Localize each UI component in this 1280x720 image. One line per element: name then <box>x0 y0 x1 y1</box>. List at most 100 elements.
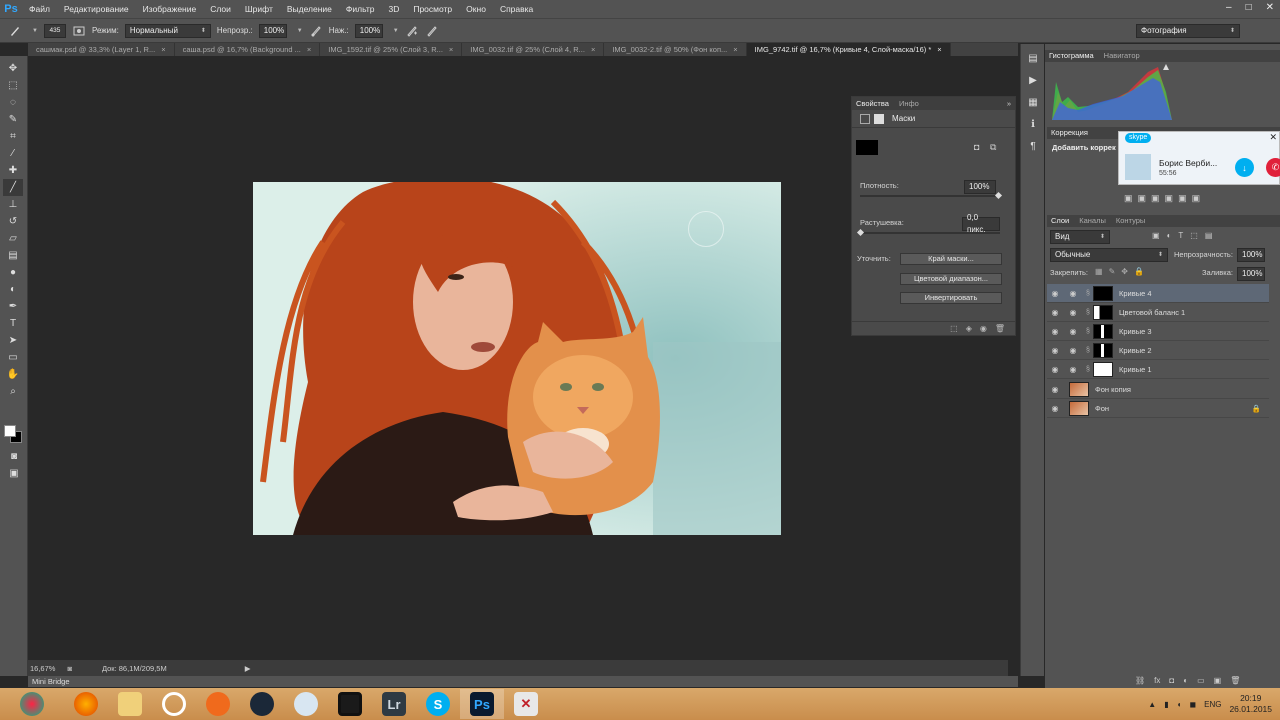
lock-paint-icon[interactable]: ✎ <box>1109 267 1116 276</box>
history-brush-tool-icon[interactable]: ↺ <box>3 213 23 230</box>
tab-channels[interactable]: Каналы <box>1079 215 1106 227</box>
new-group-icon[interactable]: ▭ <box>1197 676 1205 685</box>
lock-all-icon[interactable]: 🔒 <box>1134 267 1144 276</box>
maximize-button[interactable]: □ <box>1246 0 1252 16</box>
layer-row[interactable]: ◉ Фон копия <box>1047 380 1269 399</box>
explorer-icon[interactable] <box>108 689 152 719</box>
tray-arrow-icon[interactable]: ▲ <box>1148 700 1156 709</box>
close-icon[interactable]: × <box>161 43 165 56</box>
gradient-tool-icon[interactable]: ▤ <box>3 247 23 264</box>
mini-bridge-bar[interactable]: Mini Bridge <box>28 676 1018 687</box>
actions-panel-icon[interactable]: ▶ <box>1024 72 1042 88</box>
steam-icon[interactable] <box>240 689 284 719</box>
doc-tab[interactable]: IMG_0032-2.tif @ 50% (Фон коп... × <box>604 43 747 56</box>
layer-name[interactable]: Фон копия <box>1095 385 1131 394</box>
density-input[interactable]: 100% <box>964 180 996 194</box>
blend-mode-select[interactable]: Нормальный ⬍ <box>124 23 211 38</box>
doc-tab[interactable]: сашмак.psd @ 33,3% (Layer 1, R... × <box>28 43 175 56</box>
doc-tab-active[interactable]: IMG_9742.tif @ 16,7% (Кривые 4, Слой-мас… <box>746 43 951 56</box>
layer-name[interactable]: Кривые 3 <box>1119 327 1152 336</box>
visibility-icon[interactable]: ◉ <box>980 324 987 333</box>
filter-pixel-icon[interactable]: ▣ <box>1152 231 1160 240</box>
adjustment-icon[interactable] <box>860 113 870 124</box>
blur-tool-icon[interactable]: ● <box>3 264 23 281</box>
tab-properties[interactable]: Свойства <box>856 99 889 108</box>
tab-info[interactable]: Инфо <box>899 99 919 108</box>
tab-adjustments[interactable]: Коррекция <box>1051 127 1088 139</box>
layer-mask-thumb[interactable] <box>1093 285 1113 301</box>
filter-smart-icon[interactable]: ▤ <box>1205 231 1213 240</box>
menu-layers[interactable]: Слои <box>203 0 238 18</box>
close-icon[interactable]: ✕ <box>1269 132 1277 143</box>
layer-comps-icon[interactable]: ▦ <box>1024 94 1042 110</box>
layer-row[interactable]: ◉ ◉ § Кривые 3 <box>1047 322 1269 341</box>
layer-row[interactable]: ◉ ◉ § Цветовой баланс 1 <box>1047 303 1269 322</box>
move-tool-icon[interactable]: ✥ <box>3 60 23 77</box>
vector-mask-icon[interactable]: ⧉ <box>990 142 996 153</box>
start-button[interactable] <box>0 689 64 719</box>
invert-button[interactable]: Инвертировать <box>900 292 1002 304</box>
layer-name[interactable]: Кривые 1 <box>1119 365 1152 374</box>
close-icon[interactable]: × <box>449 43 453 56</box>
hand-tool-icon[interactable]: ✋ <box>3 366 23 383</box>
layer-opacity-input[interactable]: 100% <box>1237 248 1265 262</box>
visibility-eye-icon[interactable]: ◉ <box>1047 404 1063 413</box>
zoom-level[interactable]: 16,67% <box>30 664 55 673</box>
layer-mask-thumb[interactable] <box>1093 304 1113 320</box>
monitor-icon[interactable] <box>328 689 372 719</box>
type-tool-icon[interactable]: T <box>3 315 23 332</box>
close-button[interactable]: ✕ <box>1266 0 1274 16</box>
pen-tool-icon[interactable]: ✒ <box>3 298 23 315</box>
marquee-tool-icon[interactable]: ⬚ <box>3 77 23 94</box>
language-indicator[interactable]: ENG <box>1204 700 1221 709</box>
quick-mask-icon[interactable]: ◙ <box>4 448 24 465</box>
layer-filter-select[interactable]: Вид ⬍ <box>1050 230 1110 244</box>
firefox-icon[interactable] <box>64 689 108 719</box>
origin-icon[interactable] <box>196 689 240 719</box>
load-selection-icon[interactable]: ⬚ <box>950 324 958 333</box>
archive-icon[interactable]: ✕ <box>504 689 548 719</box>
paragraph-panel-icon[interactable]: ¶ <box>1024 138 1042 154</box>
tab-layers[interactable]: Слои <box>1051 215 1069 227</box>
menu-help[interactable]: Справка <box>493 0 540 18</box>
menu-filter[interactable]: Фильтр <box>339 0 382 18</box>
gradient-map-icon[interactable]: ▣ <box>1165 193 1174 204</box>
tool-preset-dropdown-icon[interactable]: ▼ <box>32 28 38 34</box>
levels-icon[interactable]: ▣ <box>1124 193 1133 204</box>
layer-row[interactable]: ◉ ◉ § Кривые 4 <box>1047 284 1269 303</box>
mask-edge-button[interactable]: Край маски... <box>900 253 1002 265</box>
menu-window[interactable]: Окно <box>459 0 493 18</box>
layer-row[interactable]: ◉ Фон 🔒 <box>1047 399 1269 418</box>
tab-histogram[interactable]: Гистограмма <box>1049 50 1094 62</box>
menu-select[interactable]: Выделение <box>280 0 339 18</box>
history-panel-icon[interactable]: ▤ <box>1024 50 1042 66</box>
menu-file[interactable]: Файл <box>22 0 57 18</box>
exposure-icon[interactable]: ▣ <box>1151 193 1160 204</box>
select-pixel-mask-icon[interactable]: ◘ <box>974 142 979 152</box>
layer-mask-thumb[interactable] <box>1093 361 1113 377</box>
doc-tab[interactable]: IMG_1592.tif @ 25% (Слой 3, R... × <box>320 43 463 56</box>
fill-input[interactable]: 100% <box>1237 267 1265 281</box>
microphone-icon[interactable]: ↓ <box>1235 158 1254 177</box>
close-icon[interactable]: × <box>591 43 595 56</box>
visibility-eye-icon[interactable]: ◉ <box>1047 365 1063 374</box>
layer-mask-thumb[interactable] <box>1093 342 1113 358</box>
menu-type[interactable]: Шрифт <box>238 0 280 18</box>
tab-navigator[interactable]: Навигатор <box>1104 50 1140 62</box>
path-select-tool-icon[interactable]: ➤ <box>3 332 23 349</box>
layer-name[interactable]: Кривые 2 <box>1119 346 1152 355</box>
lock-transparent-icon[interactable]: ▦ <box>1095 267 1103 276</box>
layer-row[interactable]: ◉ ◉ § Кривые 2 <box>1047 341 1269 360</box>
tab-paths[interactable]: Контуры <box>1116 215 1145 227</box>
app-icon[interactable] <box>152 689 196 719</box>
lock-move-icon[interactable]: ✥ <box>1121 267 1128 276</box>
foreground-color-swatch[interactable] <box>4 425 16 437</box>
status-menu-arrow-icon[interactable]: ▶ <box>245 664 251 673</box>
quick-select-tool-icon[interactable]: ✎ <box>3 111 23 128</box>
color-range-button[interactable]: Цветовой диапазон... <box>900 273 1002 285</box>
fx-icon[interactable]: fx <box>1154 676 1160 685</box>
trash-icon[interactable]: 🗑 <box>1230 676 1240 685</box>
screen-mode-icon[interactable]: ▣ <box>4 465 24 482</box>
layer-name[interactable]: Кривые 4 <box>1119 289 1152 298</box>
brush-tool-icon[interactable] <box>8 24 22 38</box>
